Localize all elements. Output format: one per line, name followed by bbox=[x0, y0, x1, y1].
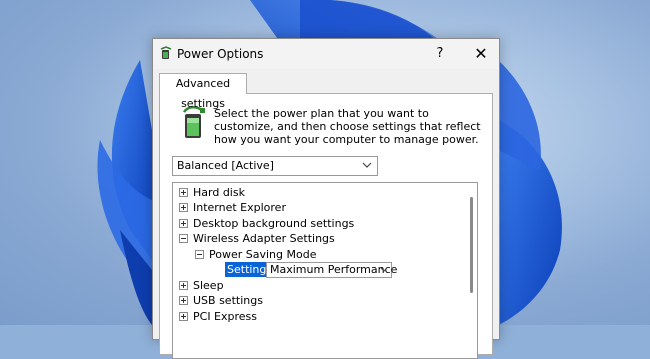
chevron-down-icon bbox=[362, 162, 372, 168]
tree-item-label: Sleep bbox=[193, 279, 224, 292]
help-button[interactable]: ? bbox=[428, 43, 452, 65]
title-bar[interactable]: Power Options ? ✕ bbox=[153, 39, 499, 69]
chevron-down-icon bbox=[380, 267, 388, 272]
power-plan-value: Balanced [Active] bbox=[177, 159, 274, 172]
tree-item-label: PCI Express bbox=[193, 310, 258, 323]
power-options-dialog: Power Options ? ✕ Advanced settings Sele… bbox=[152, 38, 500, 359]
setting-value-dropdown[interactable]: Maximum Performance bbox=[266, 262, 397, 278]
collapse-icon[interactable] bbox=[195, 250, 204, 259]
expand-icon[interactable] bbox=[179, 188, 188, 197]
expand-icon[interactable] bbox=[179, 219, 188, 228]
description-text: Select the power plan that you want to c… bbox=[214, 107, 481, 146]
tree-scrollbar[interactable] bbox=[470, 197, 473, 293]
advanced-settings-panel: Select the power plan that you want to c… bbox=[159, 93, 493, 359]
tree-item-label: Desktop background settings bbox=[193, 217, 355, 230]
expand-icon[interactable] bbox=[179, 203, 188, 212]
tree-item-label: Hard disk bbox=[193, 186, 245, 199]
tree-item-label: Wireless Adapter Settings bbox=[193, 232, 335, 245]
tree-item-label: USB settings bbox=[193, 294, 263, 307]
tab-advanced-settings[interactable]: Advanced settings bbox=[159, 73, 247, 110]
expand-icon[interactable] bbox=[179, 281, 188, 290]
close-button[interactable]: ✕ bbox=[469, 43, 493, 65]
settings-tree[interactable]: Hard disk Internet Explorer Desktop back… bbox=[172, 182, 478, 359]
setting-row: Setting: Maximum Performance bbox=[173, 262, 473, 278]
tree-item-label: Internet Explorer bbox=[193, 201, 286, 214]
tree-item-label: Power Saving Mode bbox=[209, 248, 317, 261]
power-options-icon bbox=[160, 46, 172, 59]
expand-icon[interactable] bbox=[179, 312, 188, 321]
power-plan-dropdown[interactable]: Balanced [Active] bbox=[172, 156, 378, 176]
window-title: Power Options bbox=[177, 47, 264, 61]
expand-icon[interactable] bbox=[179, 296, 188, 305]
collapse-icon[interactable] bbox=[179, 234, 188, 243]
